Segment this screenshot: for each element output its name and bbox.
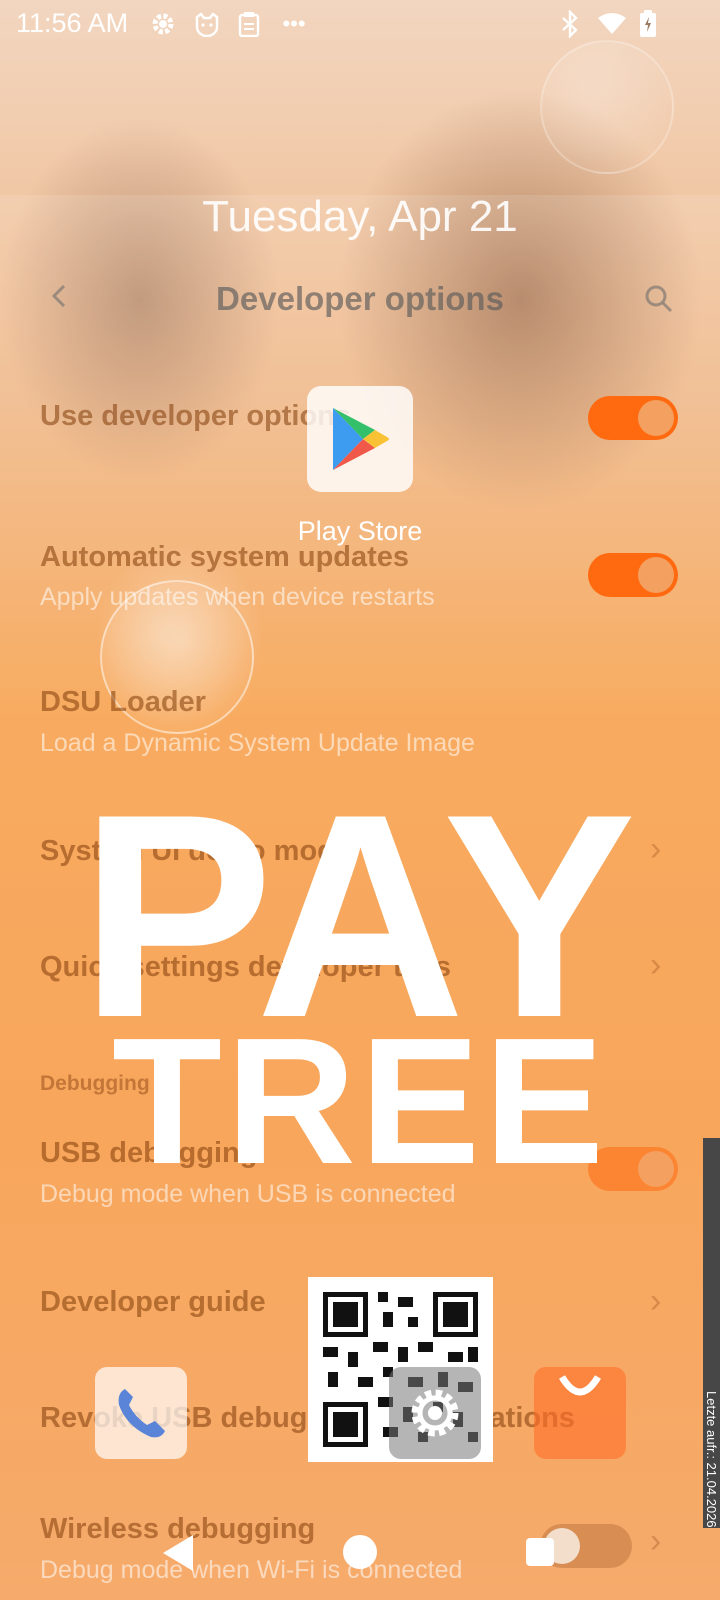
cat-face-icon bbox=[193, 10, 221, 38]
side-tab-text: Letzte aufr.: 21.04.2026 bbox=[704, 1391, 719, 1528]
phone-app-icon[interactable] bbox=[95, 1367, 187, 1459]
play-store-icon[interactable] bbox=[307, 386, 413, 492]
settings-gear-icon bbox=[149, 10, 177, 38]
play-store-label: Play Store bbox=[297, 516, 423, 546]
more-dots-icon: ••• bbox=[282, 11, 306, 36]
side-info-tab[interactable]: Letzte aufr.: 21.04.2026 bbox=[703, 1138, 720, 1528]
wifi-icon bbox=[596, 10, 628, 38]
nav-home-button[interactable] bbox=[343, 1535, 377, 1569]
paytree-logo-line2: TREE bbox=[111, 1001, 609, 1202]
status-bar: 11:56 AM ••• bbox=[0, 0, 720, 48]
lock-date: Tuesday, Apr 21 bbox=[202, 192, 518, 241]
battery-charging-icon bbox=[634, 10, 662, 38]
status-time: 11:56 AM bbox=[16, 8, 129, 38]
automatic-updates-toggle[interactable] bbox=[588, 553, 678, 597]
clipboard-icon bbox=[235, 10, 263, 38]
developer-guide-label[interactable]: Developer guide bbox=[40, 1286, 266, 1319]
dsu-loader-label[interactable]: DSU Loader bbox=[40, 686, 206, 719]
nav-back-button[interactable] bbox=[163, 1535, 193, 1571]
settings-app-icon[interactable] bbox=[389, 1367, 481, 1459]
wireless-debugging-subtitle: Debug mode when Wi-Fi is connected bbox=[40, 1556, 463, 1584]
shopping-bag-icon[interactable] bbox=[534, 1367, 626, 1459]
search-icon[interactable] bbox=[644, 284, 674, 314]
chevron-right-icon: › bbox=[650, 1522, 662, 1560]
nav-recents-button[interactable] bbox=[526, 1538, 554, 1566]
paytree-logo-line1: PAY bbox=[79, 754, 641, 1078]
automatic-updates-subtitle: Apply updates when device restarts bbox=[40, 583, 435, 611]
page-title: Developer options bbox=[216, 280, 504, 317]
chevron-right-icon: › bbox=[650, 1282, 662, 1320]
use-developer-options-label[interactable]: Use developer options bbox=[40, 400, 351, 433]
bluetooth-icon bbox=[556, 10, 584, 38]
use-developer-options-toggle[interactable] bbox=[588, 396, 678, 440]
